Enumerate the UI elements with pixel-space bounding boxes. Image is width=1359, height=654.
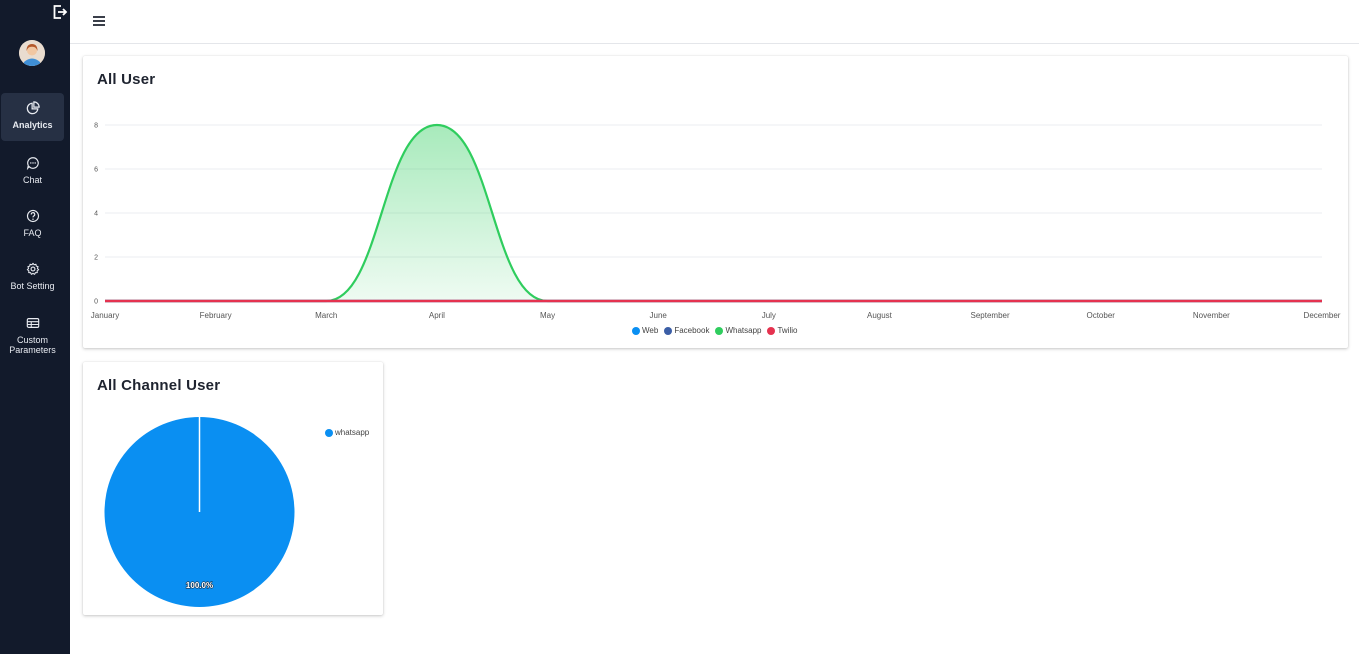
sidebar-item-label: Analytics [12,120,53,130]
pie-legend: whatsapp [325,428,375,437]
x-tick-label: May [540,311,555,320]
x-tick-label: August [867,311,893,320]
x-tick-label: July [762,311,776,320]
sidebar-item-label: Custom Parameters [9,335,56,355]
legend-item[interactable]: Web [632,326,658,335]
avatar[interactable] [19,40,45,66]
menu-icon[interactable] [92,14,106,28]
y-tick-label: 8 [94,123,98,130]
y-tick-label: 2 [94,255,98,262]
x-tick-label: February [200,311,232,320]
sidebar-item-bot-setting[interactable]: Bot Setting [1,254,64,296]
legend-swatch [767,326,776,335]
y-tick-label: 6 [94,167,98,174]
sidebar-item-label: Bot Setting [10,281,55,291]
legend-item[interactable]: Whatsapp [715,326,761,335]
x-tick-label: March [315,311,337,320]
pie-data-label: 100.0% [186,581,213,590]
question-circle-icon [26,209,39,223]
y-tick-label: 4 [94,211,98,218]
legend-swatch [715,326,724,335]
sidebar-item-custom-parameters[interactable]: Custom Parameters [1,308,64,360]
x-tick-label: December [1304,311,1341,320]
legend-label: Twilio [777,326,798,335]
all-channel-user-card: All Channel User 100.0% whatsapp [83,362,383,615]
x-tick-label: October [1086,311,1115,320]
logout-icon[interactable] [52,4,68,20]
legend-swatch [632,326,640,335]
chart-legend: Web Facebook Whatsapp Twilio [632,326,804,335]
pie-chart: 100.0% [104,417,295,607]
chat-bubble-icon [26,157,39,170]
x-tick-label: September [971,311,1010,320]
sidebar-item-label: Chat [22,175,42,185]
sidebar-item-chat[interactable]: Chat [1,148,64,190]
legend-item[interactable]: Facebook [664,326,709,335]
y-tick-label: 0 [94,299,98,306]
legend-label: whatsapp [335,428,370,437]
top-bar [70,0,1359,44]
sidebar-item-faq[interactable]: FAQ [1,201,64,243]
all-user-card: All User 02468 January February March April… [83,56,1348,348]
x-tick-label: November [1193,311,1230,320]
legend-item[interactable]: Twilio [767,326,798,335]
sidebar-item-label: FAQ [23,228,42,238]
legend-swatch [664,326,673,335]
x-tick-label: January [91,311,119,320]
sidebar: Analytics Chat FAQ Bot Setting Custom Pa… [0,0,70,654]
pie-chart-icon [26,101,40,115]
sidebar-item-analytics[interactable]: Analytics [1,93,64,141]
x-tick-label: June [650,311,668,320]
legend-item[interactable]: whatsapp [325,428,369,437]
gear-icon [26,262,39,275]
legend-label: Facebook [674,326,710,335]
legend-swatch [325,428,333,437]
line-chart: 0 2 4 6 8 January February March April May June Ju… [91,123,1341,321]
legend-label: Web [642,326,659,335]
x-tick-label: April [429,311,445,320]
legend-label: Whatsapp [725,326,762,335]
table-icon [26,318,39,328]
